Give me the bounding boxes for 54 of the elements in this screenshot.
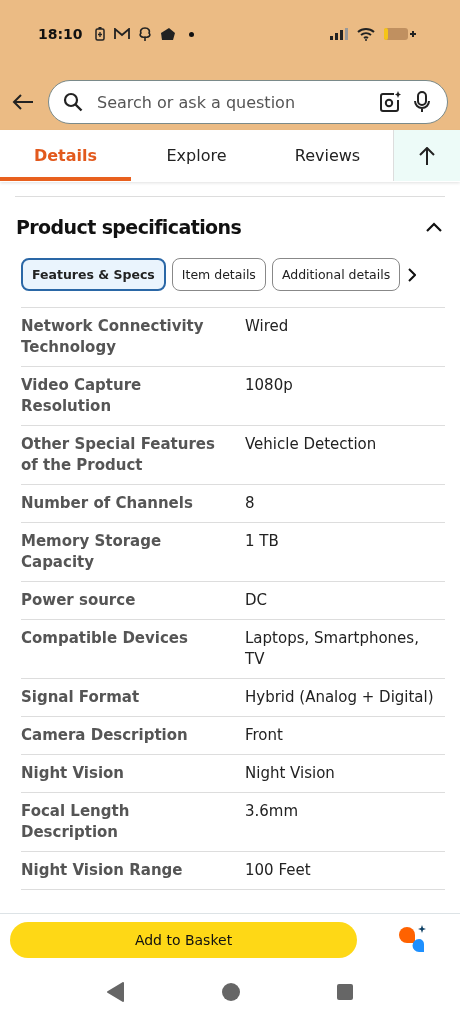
- spec-name: Power source: [21, 590, 137, 611]
- camera-icon[interactable]: [379, 91, 401, 113]
- spec-name: Focal Length Description: [21, 801, 131, 843]
- signal-icon: [330, 28, 348, 40]
- spec-value: Wired: [245, 316, 290, 337]
- spec-name: Camera Description: [21, 725, 189, 746]
- search-field[interactable]: Search or ask a question: [95, 91, 367, 113]
- spec-name: Night Vision Range: [21, 860, 184, 881]
- home-nav-icon[interactable]: [222, 983, 240, 1001]
- search-bar[interactable]: Search or ask a question: [48, 80, 448, 124]
- back-nav-icon[interactable]: [107, 982, 125, 1002]
- spec-value: 3.6mm: [245, 801, 300, 822]
- add-to-basket-button[interactable]: Add to Basket: [10, 922, 357, 958]
- chevron-right-icon[interactable]: [408, 267, 417, 282]
- spec-value: 1 TB: [245, 531, 280, 552]
- spec-name: Memory Storage Capacity: [21, 531, 163, 573]
- spec-value: 8: [245, 493, 256, 514]
- wifi-icon: [357, 27, 375, 41]
- up-arrow-icon: [419, 146, 435, 165]
- back-arrow-icon[interactable]: [12, 93, 34, 111]
- spec-name: Video Capture Resolution: [21, 375, 143, 417]
- notification-dot: [188, 31, 194, 37]
- search-icon: [63, 92, 83, 112]
- spec-value: Hybrid (Analog + Digital): [245, 687, 435, 708]
- spec-value: 100 Feet: [245, 860, 312, 881]
- spec-name: Other Special Features of the Product: [21, 434, 215, 476]
- battery-charging-icon: [94, 27, 105, 41]
- assistant-icon[interactable]: [399, 925, 427, 955]
- app-icon: [159, 27, 176, 41]
- section-title: Product specifications: [16, 216, 242, 238]
- microphone-icon[interactable]: [413, 91, 431, 113]
- tree-icon: [138, 27, 151, 41]
- spec-name: Night Vision: [21, 763, 126, 784]
- tab[interactable]: Explore: [131, 130, 262, 181]
- chevron-icon[interactable]: [426, 222, 442, 232]
- spec-value: Front: [245, 725, 284, 746]
- scroll-up-button[interactable]: [393, 130, 460, 181]
- mail-icon: [113, 28, 130, 40]
- tab[interactable]: Reviews: [262, 130, 393, 181]
- spec-value: Laptops, Smartphones, TV: [245, 628, 420, 670]
- tab[interactable]: Details: [0, 130, 131, 181]
- filter-chip[interactable]: Item details: [171, 258, 266, 291]
- spec-name: Number of Channels: [21, 493, 194, 514]
- status-time: 18:10: [38, 26, 83, 42]
- spec-value: Night Vision: [245, 763, 336, 784]
- spec-value: Vehicle Detection: [245, 434, 378, 455]
- filter-chip[interactable]: Features & Specs: [21, 258, 166, 291]
- spec-value: DC: [245, 590, 269, 611]
- battery-icon: [384, 27, 416, 41]
- spec-value: 1080p: [245, 375, 294, 396]
- spec-name: Signal Format: [21, 687, 141, 708]
- spec-name: Network Connectivity Technology: [21, 316, 205, 358]
- filter-chip[interactable]: Additional details: [271, 258, 401, 291]
- spec-name: Compatible Devices: [21, 628, 189, 649]
